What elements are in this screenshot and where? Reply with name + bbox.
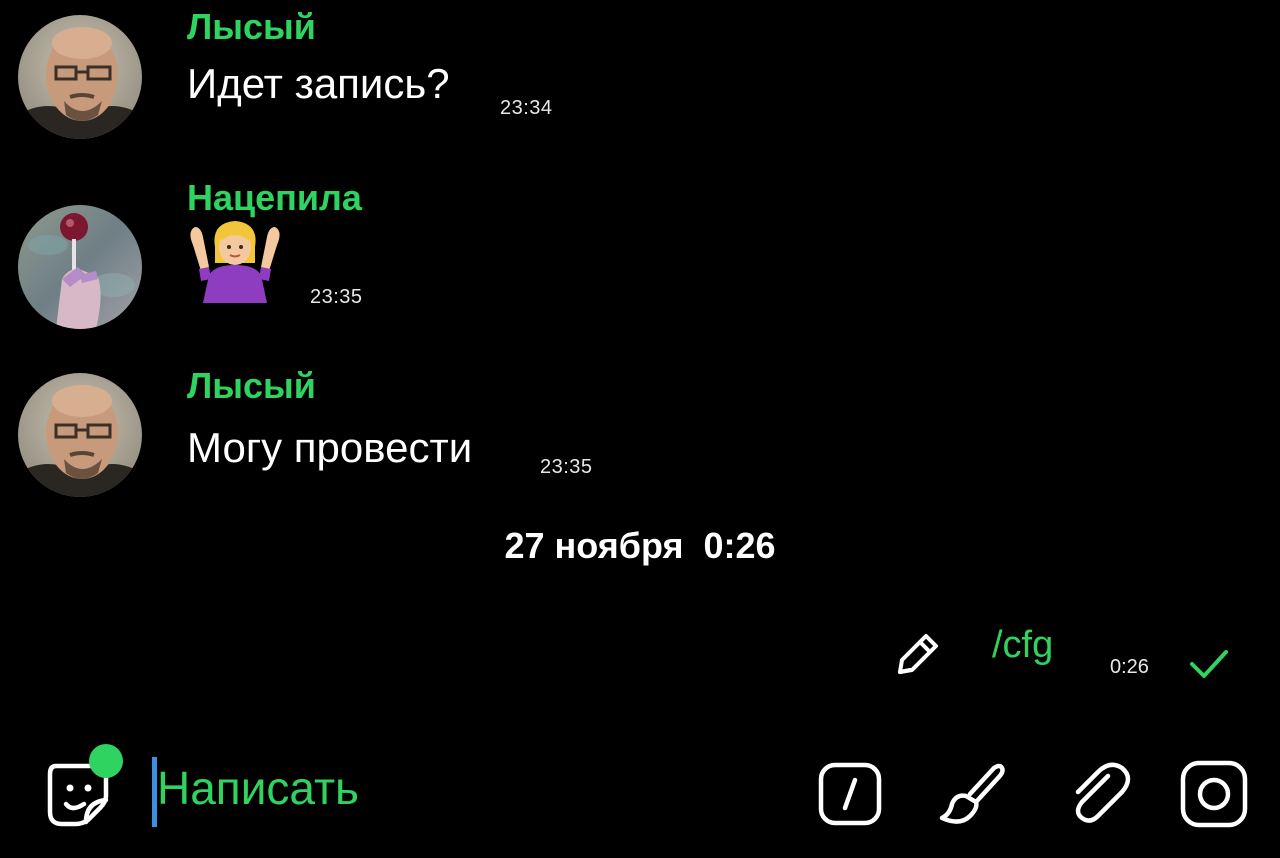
message-text: Могу провести bbox=[187, 424, 473, 471]
message-time: 23:35 bbox=[310, 286, 363, 308]
date-separator: 27 ноября 0:26 bbox=[504, 525, 776, 566]
message-item[interactable]: Нацепила 23:35 bbox=[0, 170, 1280, 340]
avatar-natsepila[interactable] bbox=[18, 205, 142, 329]
composer-bar bbox=[0, 740, 1280, 858]
pencil-icon[interactable] bbox=[888, 626, 944, 682]
message-time: 23:34 bbox=[500, 97, 553, 119]
message-author[interactable]: Лысый bbox=[187, 6, 316, 48]
own-message[interactable]: /cfg 0:26 bbox=[880, 620, 1240, 690]
check-icon bbox=[1186, 644, 1232, 684]
brush-icon[interactable] bbox=[936, 756, 1012, 832]
paperclip-icon[interactable] bbox=[1060, 756, 1136, 832]
own-message-time: 0:26 bbox=[1110, 656, 1149, 678]
own-message-text: /cfg bbox=[992, 624, 1054, 666]
avatar-lysiy[interactable] bbox=[18, 15, 142, 139]
camera-icon[interactable] bbox=[1176, 756, 1252, 832]
message-time: 23:35 bbox=[540, 456, 593, 478]
message-text: Идет запись? bbox=[187, 60, 450, 107]
avatar-lysiy[interactable] bbox=[18, 373, 142, 497]
message-item[interactable]: Лысый Идет запись? 23:34 bbox=[0, 0, 1280, 160]
message-item[interactable]: Лысый Могу провести 23:35 bbox=[0, 360, 1280, 510]
notification-dot bbox=[89, 744, 123, 778]
person-shrugging-emoji bbox=[185, 213, 285, 303]
message-author[interactable]: Лысый bbox=[187, 365, 316, 407]
message-input[interactable] bbox=[157, 761, 757, 815]
command-icon[interactable] bbox=[812, 756, 888, 832]
